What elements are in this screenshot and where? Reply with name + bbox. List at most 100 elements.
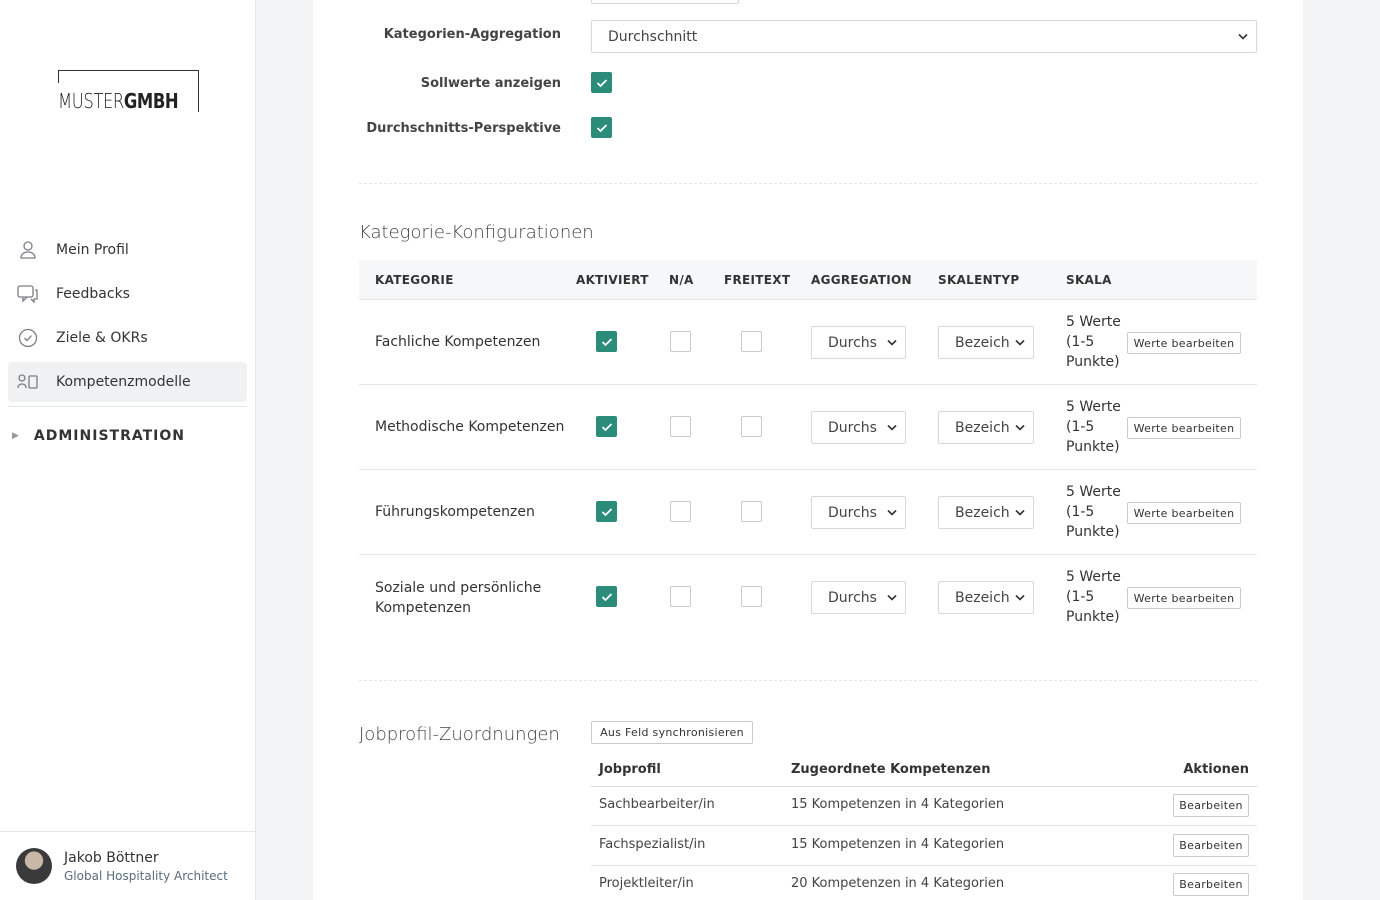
scale-summary: 5 Werte (1-5 Punkte)	[1066, 399, 1121, 455]
nav-item-kompetenzmodelle[interactable]: Kompetenzmodelle	[8, 362, 247, 402]
sync-from-field-button[interactable]: Aus Feld synchronisieren	[591, 721, 753, 744]
scale-type-select[interactable]: Bezeich	[938, 581, 1034, 614]
activated-checkbox[interactable]	[596, 586, 617, 607]
freetext-checkbox[interactable]	[741, 416, 762, 437]
aggregation-select-value: Durchschnitt	[608, 29, 698, 45]
scale-type-select[interactable]: Bezeich	[938, 496, 1034, 529]
activated-checkbox[interactable]	[596, 501, 617, 522]
targets-label: Sollwerte anzeigen	[420, 76, 561, 91]
user-icon	[16, 238, 40, 262]
na-checkbox[interactable]	[670, 501, 691, 522]
edit-job-profile-button[interactable]: Bearbeiten	[1173, 873, 1249, 896]
category-config-title: Kategorie-Konfigurationen	[359, 222, 594, 243]
main-content: Kategorien-Aggregation Durchschnitt Soll…	[313, 0, 1303, 900]
job-profile-name: Sachbearbeiter/in	[599, 797, 715, 812]
col-header-skala: SKALA	[1066, 273, 1112, 287]
scale-summary: 5 Werte (1-5 Punkte)	[1066, 314, 1121, 370]
admin-section-toggle[interactable]: ▶ ADMINISTRATION	[12, 428, 185, 444]
edit-values-button[interactable]: Werte bearbeiten	[1127, 332, 1241, 354]
nav-item-ziele-okrs[interactable]: Ziele & OKRs	[8, 318, 247, 358]
sidebar: MUSTERGMBH Mein Profil Feedbacks Ziele &…	[0, 0, 256, 900]
divider	[359, 183, 1257, 184]
aggregation-select[interactable]: Durchschnitt	[591, 20, 1257, 53]
chevron-down-icon	[1012, 336, 1025, 349]
aggregation-select[interactable]: Durchs	[811, 411, 906, 444]
table-row: Sachbearbeiter/in 15 Kompetenzen in 4 Ka…	[591, 787, 1257, 826]
nav-label: Kompetenzmodelle	[56, 374, 191, 390]
nav-item-mein-profil[interactable]: Mein Profil	[8, 230, 247, 270]
chevron-down-icon	[884, 421, 897, 434]
chat-icon	[16, 282, 40, 306]
user-name: Jakob Böttner	[64, 850, 159, 866]
table-row: Führungskompetenzen Durchs Bezeich 5 Wer…	[359, 470, 1257, 555]
nav-label: Feedbacks	[56, 286, 130, 302]
col-header-jobprofil: Jobprofil	[599, 762, 661, 777]
edit-job-profile-button[interactable]: Bearbeiten	[1173, 794, 1249, 817]
chevron-down-icon	[1012, 591, 1025, 604]
job-profile-name: Projektleiter/in	[599, 876, 694, 891]
activated-checkbox[interactable]	[596, 331, 617, 352]
job-profiles-title: Jobprofil-Zuordnungen	[359, 724, 560, 745]
freetext-checkbox[interactable]	[741, 331, 762, 352]
chevron-down-icon	[884, 506, 897, 519]
assigned-competencies: 15 Kompetenzen in 4 Kategorien	[791, 797, 1005, 812]
aggregation-select[interactable]: Durchs	[811, 581, 906, 614]
top-input-partial[interactable]	[591, 0, 739, 4]
scale-type-value: Bezeich	[955, 505, 1010, 521]
activated-checkbox[interactable]	[596, 416, 617, 437]
col-header-kategorie: KATEGORIE	[375, 273, 454, 287]
table-row: Projektleiter/in 20 Kompetenzen in 4 Kat…	[591, 866, 1257, 900]
admin-label: ADMINISTRATION	[33, 428, 185, 444]
aggregation-value: Durchs	[828, 590, 877, 606]
table-row: Methodische Kompetenzen Durchs Bezeich 5…	[359, 385, 1257, 470]
user-role: Global Hospitality Architect	[64, 869, 228, 883]
na-checkbox[interactable]	[670, 331, 691, 352]
chevron-down-icon	[1238, 30, 1248, 43]
nav-label: Ziele & OKRs	[56, 330, 148, 346]
job-profile-table-header: Jobprofil Zugeordnete Kompetenzen Aktion…	[591, 755, 1257, 787]
aggregation-value: Durchs	[828, 505, 877, 521]
job-profile-name: Fachspezialist/in	[599, 837, 706, 852]
col-header-freitext: FREITEXT	[724, 273, 791, 287]
nav-item-feedbacks[interactable]: Feedbacks	[8, 274, 247, 314]
na-checkbox[interactable]	[670, 416, 691, 437]
aggregation-select[interactable]: Durchs	[811, 326, 906, 359]
company-logo[interactable]: MUSTERGMBH	[58, 70, 199, 113]
user-panel[interactable]: Jakob Böttner Global Hospitality Archite…	[0, 831, 255, 900]
aggregation-select[interactable]: Durchs	[811, 496, 906, 529]
category-name: Fachliche Kompetenzen	[375, 334, 541, 350]
col-header-aktionen: Aktionen	[1183, 762, 1249, 777]
table-row: Soziale und persönliche Kompetenzen Durc…	[359, 555, 1257, 640]
col-header-aktiviert: AKTIVIERT	[576, 273, 649, 287]
aggregation-label: Kategorien-Aggregation	[383, 27, 561, 42]
edit-job-profile-button[interactable]: Bearbeiten	[1173, 834, 1249, 857]
category-name: Soziale und persönliche Kompetenzen	[375, 579, 542, 616]
assigned-competencies: 15 Kompetenzen in 4 Kategorien	[791, 837, 1005, 852]
avg-perspective-label: Durchschnitts-Perspektive	[366, 121, 561, 136]
divider	[359, 680, 1257, 681]
logo-text-light: MUSTER	[58, 89, 124, 113]
edit-values-button[interactable]: Werte bearbeiten	[1127, 417, 1241, 439]
edit-values-button[interactable]: Werte bearbeiten	[1127, 502, 1241, 524]
chevron-down-icon	[1012, 421, 1025, 434]
check-circle-icon	[16, 326, 40, 350]
scale-summary: 5 Werte (1-5 Punkte)	[1066, 569, 1121, 625]
freetext-checkbox[interactable]	[741, 586, 762, 607]
avg-perspective-checkbox[interactable]	[591, 117, 612, 138]
targets-checkbox[interactable]	[591, 72, 612, 93]
scale-summary: 5 Werte (1-5 Punkte)	[1066, 484, 1121, 540]
chevron-down-icon	[1012, 506, 1025, 519]
col-header-aggregation: AGGREGATION	[811, 273, 912, 287]
scale-type-select[interactable]: Bezeich	[938, 326, 1034, 359]
category-name: Methodische Kompetenzen	[375, 419, 565, 435]
aggregation-value: Durchs	[828, 335, 877, 351]
freetext-checkbox[interactable]	[741, 501, 762, 522]
scale-type-select[interactable]: Bezeich	[938, 411, 1034, 444]
table-row: Fachspezialist/in 15 Kompetenzen in 4 Ka…	[591, 827, 1257, 866]
model-icon	[16, 370, 40, 394]
chevron-down-icon	[884, 591, 897, 604]
edit-values-button[interactable]: Werte bearbeiten	[1127, 587, 1241, 609]
na-checkbox[interactable]	[670, 586, 691, 607]
assigned-competencies: 20 Kompetenzen in 4 Kategorien	[791, 876, 1005, 891]
col-header-skalentyp: SKALENTYP	[938, 273, 1020, 287]
